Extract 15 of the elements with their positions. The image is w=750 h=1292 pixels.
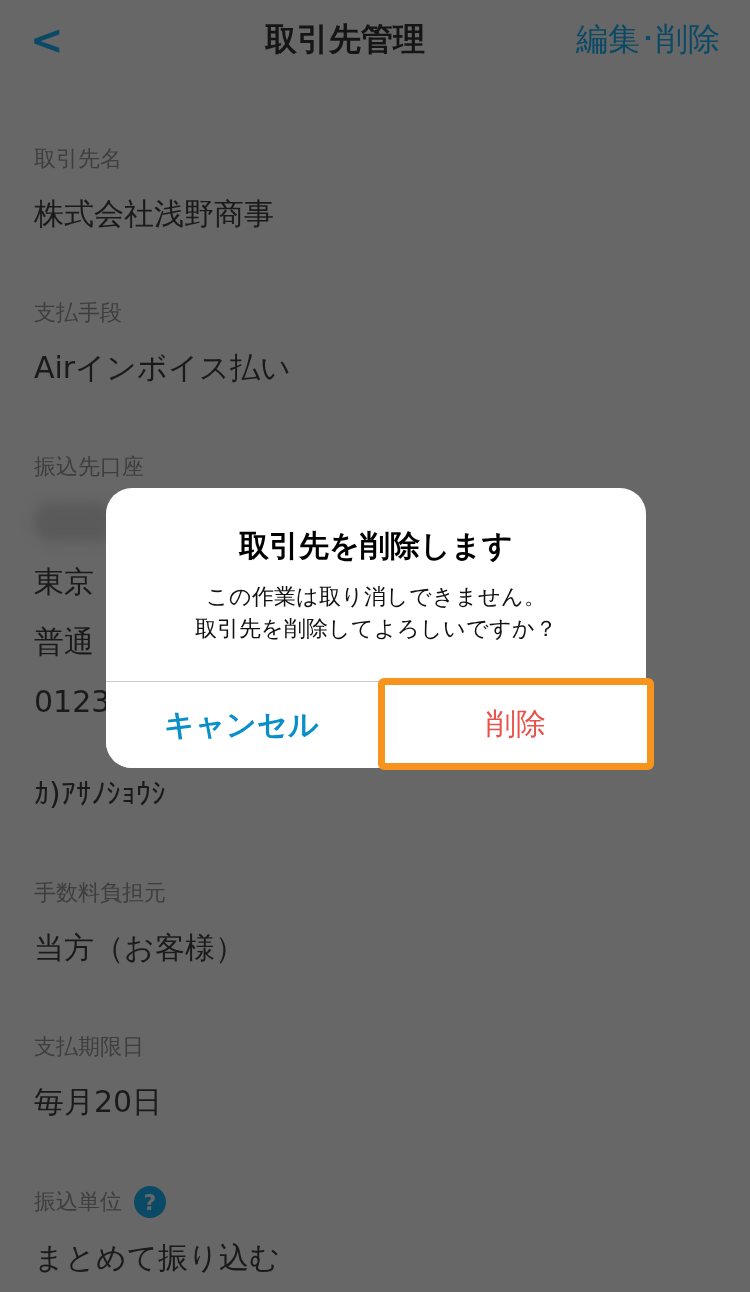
field-value: 毎月20日 bbox=[34, 1083, 163, 1121]
field-value: Airインボイス払い bbox=[34, 349, 292, 387]
page-title: 取引先管理 bbox=[264, 19, 426, 60]
field-value: 当方（お客様） bbox=[34, 929, 245, 967]
field-value: 株式会社浅野商事 bbox=[34, 195, 274, 233]
back-button[interactable]: < bbox=[30, 17, 64, 63]
field-value: 普通 bbox=[34, 623, 94, 661]
dialog-message: この作業は取り消しできません。 取引先を削除してよろしいですか？ bbox=[194, 583, 558, 643]
delete-button[interactable]: 削除 bbox=[378, 678, 654, 770]
field-value: 東京 bbox=[34, 563, 94, 601]
dialog-title: 取引先を削除します bbox=[238, 527, 514, 565]
field-value: まとめて振り込む bbox=[34, 1239, 280, 1277]
edit-delete-link[interactable]: 編集･削除 bbox=[576, 18, 720, 62]
field-value: ｶ)ｱｻﾉｼｮｳｼ bbox=[34, 775, 166, 813]
help-icon[interactable]: ? bbox=[134, 1186, 166, 1218]
